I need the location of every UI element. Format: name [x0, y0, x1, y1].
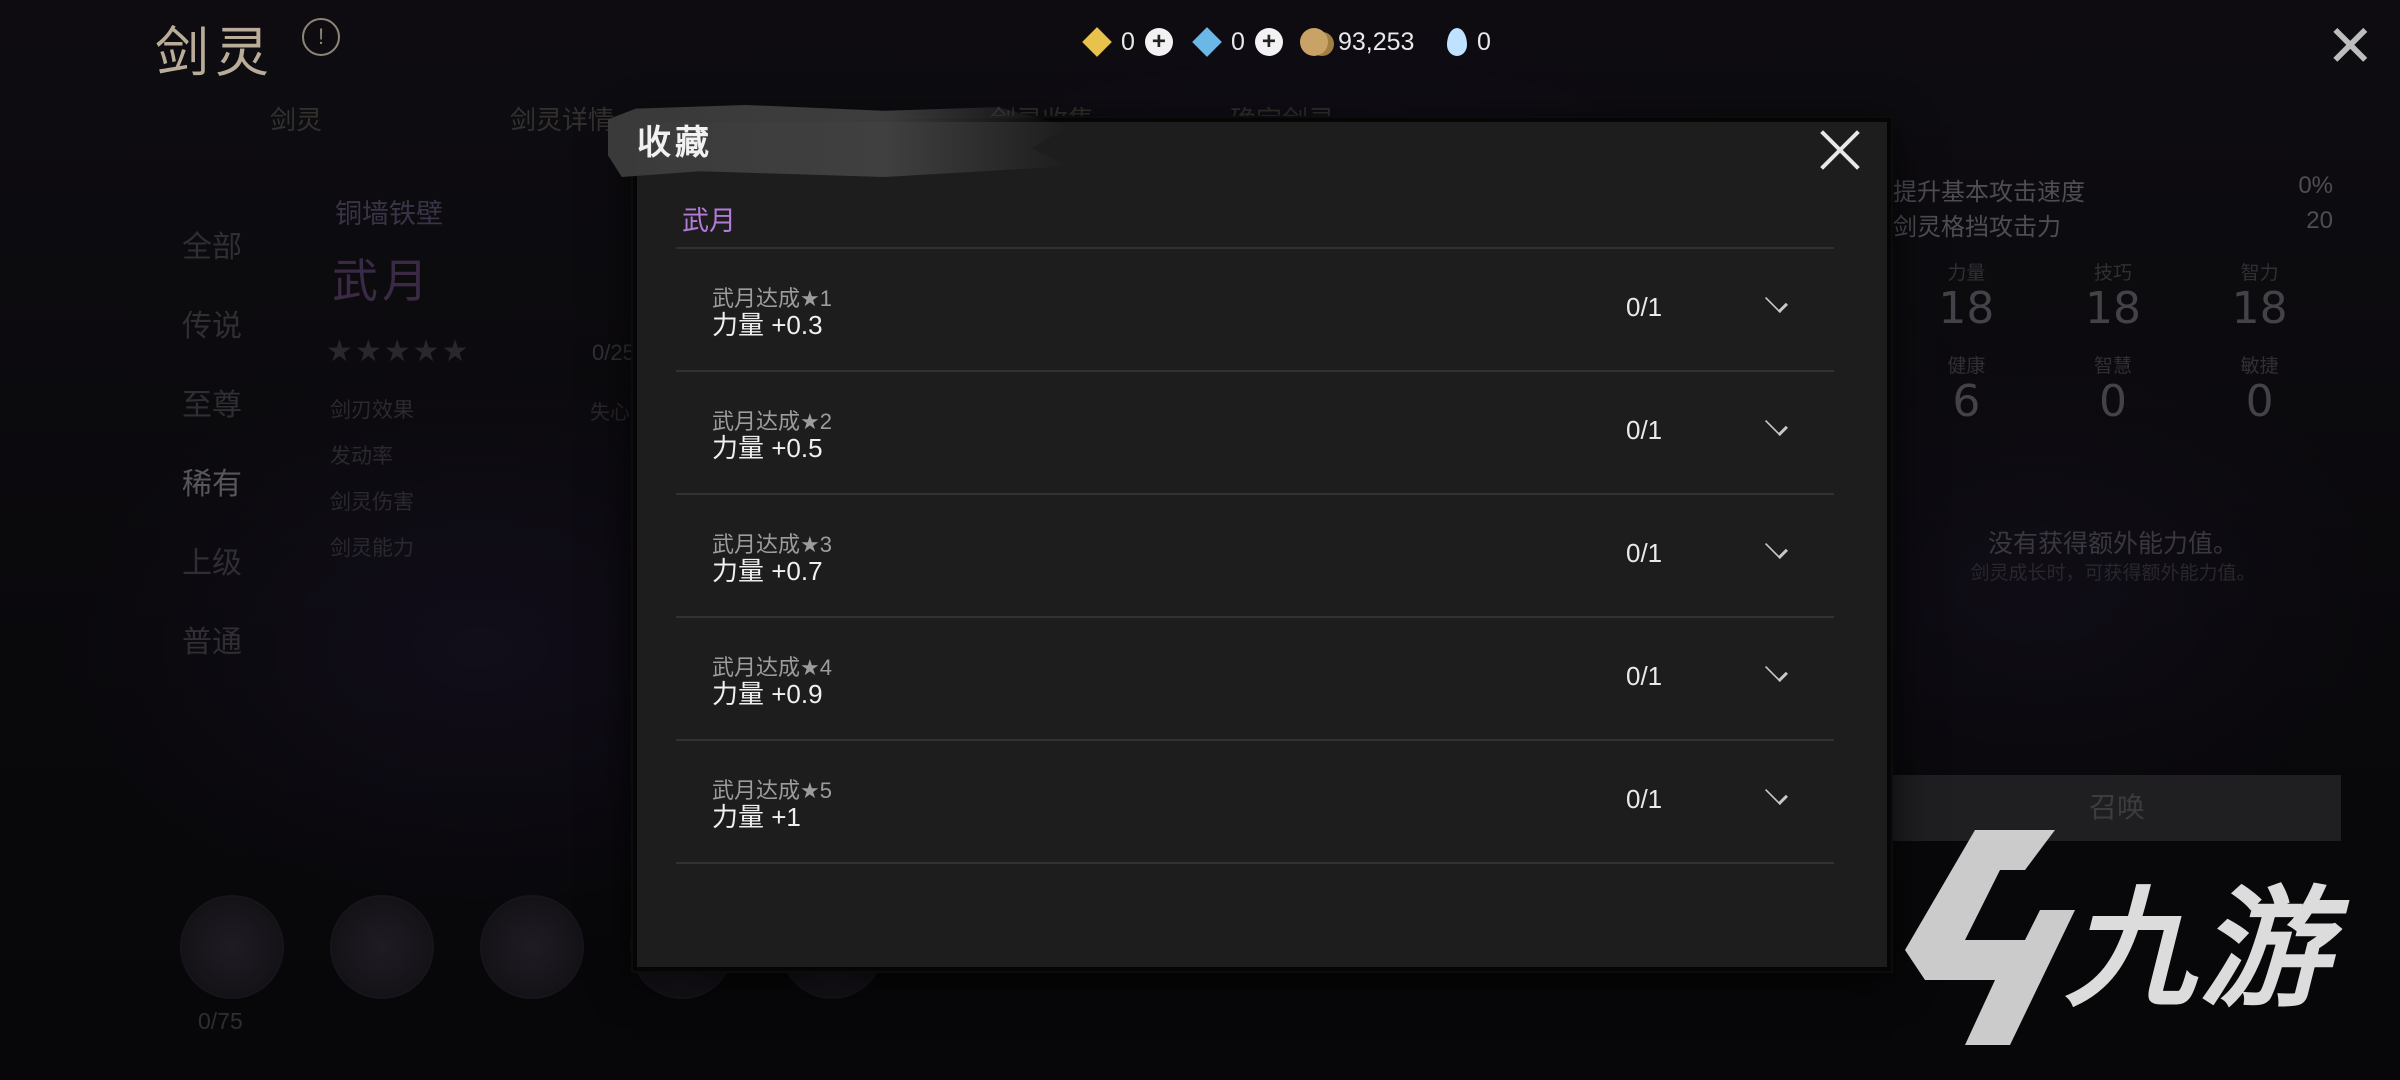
- currency-value: 93,253: [1338, 27, 1415, 56]
- watermark-text: 九游: [2065, 872, 2334, 1025]
- app-title: 剑灵: [155, 21, 275, 84]
- coin-icon: [1300, 28, 1328, 56]
- chevron-down-icon[interactable]: [1764, 293, 1788, 317]
- info-icon[interactable]: !: [302, 18, 340, 56]
- item-reward: 力量 +0.3: [712, 310, 823, 340]
- nine-game-logo-icon: [1905, 830, 2075, 1045]
- collection-section-label: 武月: [682, 206, 736, 236]
- currency-drop: 0: [1447, 22, 1491, 62]
- item-progress: 0/1: [1626, 415, 1663, 445]
- currency-gold-gem: 0 +: [1082, 22, 1173, 62]
- water-drop-icon: [1447, 28, 1467, 56]
- item-reward: 力量 +0.9: [712, 679, 823, 709]
- item-progress: 0/1: [1626, 538, 1663, 568]
- close-icon[interactable]: ✕: [2326, 18, 2375, 76]
- currency-blue-gem: 0 +: [1192, 22, 1283, 62]
- chevron-down-icon[interactable]: [1764, 416, 1788, 440]
- list-item[interactable]: 武月达成★5 力量 +1 0/1: [676, 741, 1834, 864]
- watermark-logo: 九游: [1905, 830, 2333, 1045]
- modal-title: 收藏: [637, 123, 713, 163]
- add-blue-gem-button[interactable]: +: [1254, 28, 1283, 56]
- item-progress: 0/1: [1626, 661, 1663, 691]
- list-item[interactable]: 武月达成★2 力量 +0.5 0/1: [676, 372, 1834, 495]
- list-item[interactable]: 武月达成★4 力量 +0.9 0/1: [676, 618, 1834, 741]
- currency-value: 0: [1121, 27, 1135, 56]
- list-item[interactable]: 武月达成★3 力量 +0.7 0/1: [676, 495, 1834, 618]
- chevron-down-icon[interactable]: [1764, 785, 1788, 809]
- currency-value: 0: [1231, 27, 1245, 56]
- item-progress: 0/1: [1626, 292, 1663, 322]
- modal-close-icon[interactable]: [1818, 128, 1862, 172]
- add-gold-gem-button[interactable]: +: [1144, 28, 1173, 56]
- item-reward: 力量 +1: [712, 802, 801, 832]
- currency-coin: 93,253: [1300, 22, 1414, 62]
- item-reward: 力量 +0.5: [712, 433, 823, 463]
- gold-gem-icon: [1082, 27, 1112, 57]
- currency-value: 0: [1477, 27, 1491, 56]
- chevron-down-icon[interactable]: [1764, 539, 1788, 563]
- blue-gem-icon: [1192, 27, 1222, 57]
- list-item[interactable]: 武月达成★1 力量 +0.3 0/1: [676, 249, 1834, 372]
- item-reward: 力量 +0.7: [712, 556, 823, 586]
- collection-list: 武月达成★1 力量 +0.3 0/1 武月达成★2 力量 +0.5 0/1 武月…: [676, 249, 1834, 864]
- item-progress: 0/1: [1626, 784, 1663, 814]
- chevron-down-icon[interactable]: [1764, 662, 1788, 686]
